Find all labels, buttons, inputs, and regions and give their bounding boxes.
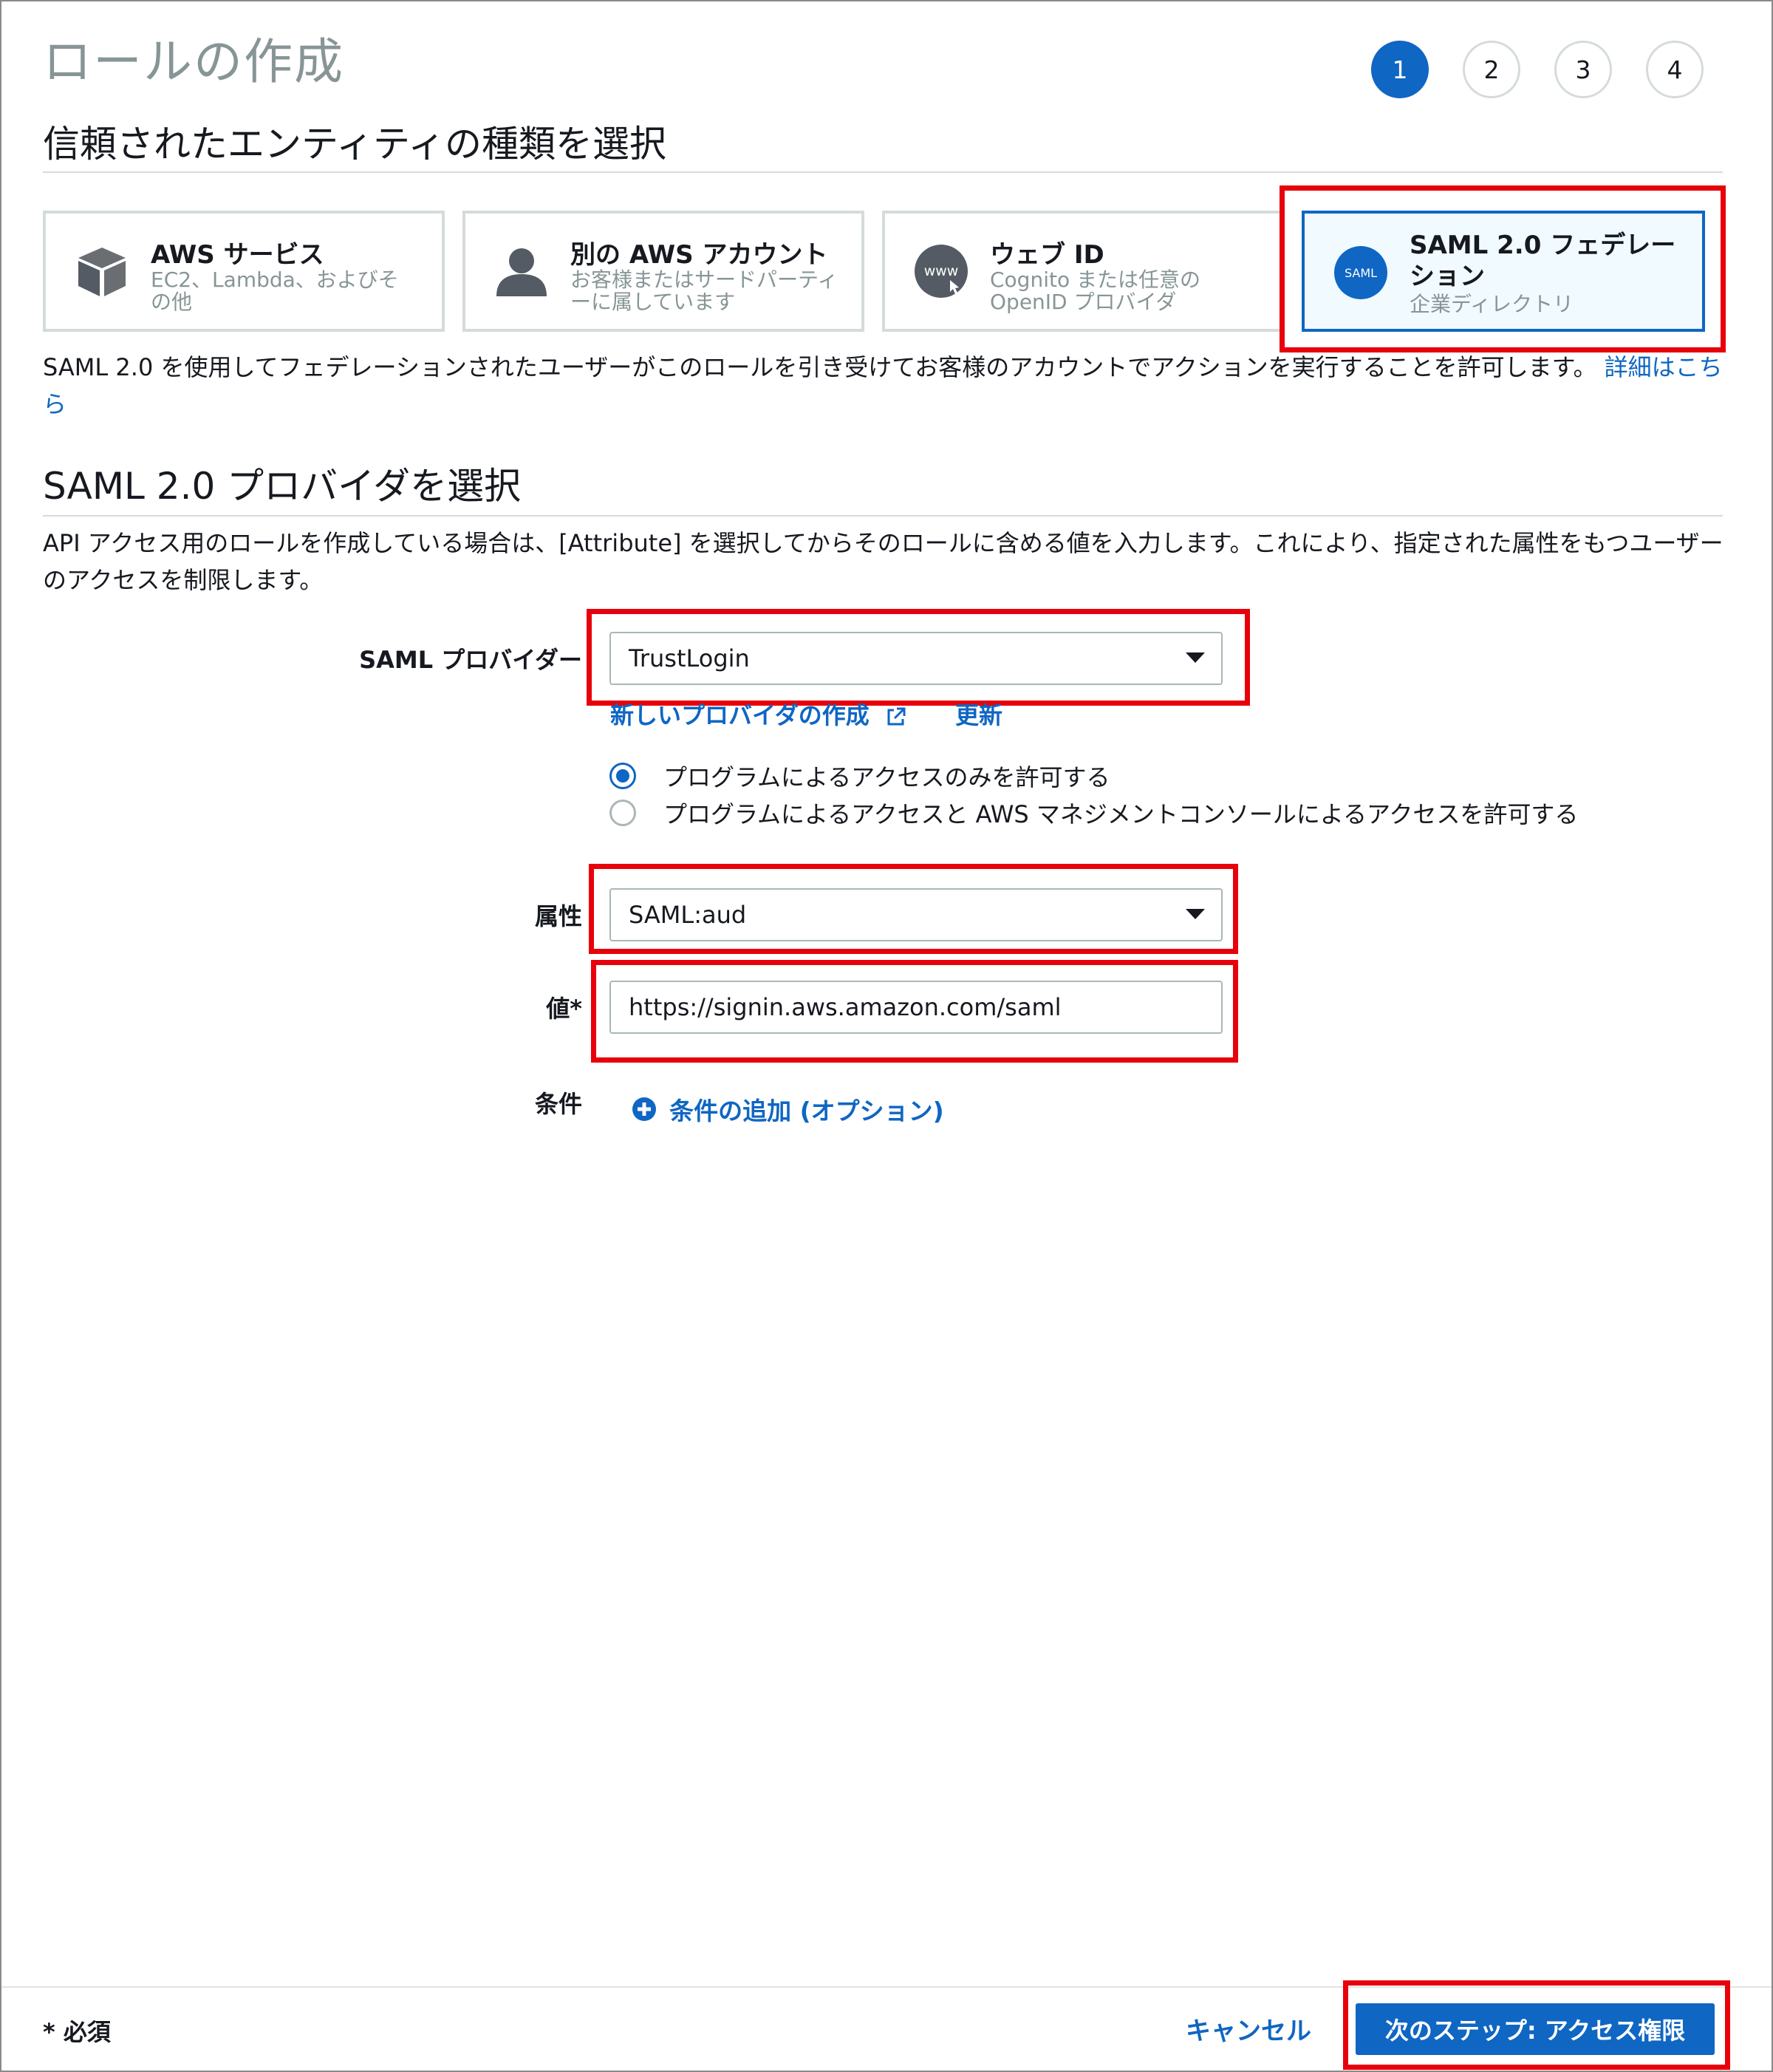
attribute-label: 属性 [534,902,582,930]
description-text: SAML 2.0 を使用してフェデレーションされたユーザーがこのロールを引き受け… [43,353,1597,381]
card-another-aws-account[interactable]: 別の AWS アカウント お客様またはサードパーティーに属しています [462,211,864,332]
card-title: 別の AWS アカウント [570,240,828,270]
attribute-value: SAML:aud [629,901,747,929]
saml-provider-label: SAML プロバイダー [359,646,582,674]
radio-programmatic-only[interactable] [609,763,636,789]
cube-icon [78,248,126,296]
cancel-button[interactable]: キャンセル [1186,2011,1311,2047]
trusted-entity-description: SAML 2.0 を使用してフェデレーションされたユーザーがこのロールを引き受け… [43,349,1735,423]
card-title: AWS サービス [151,240,324,270]
card-saml-federation[interactable]: SAML SAML 2.0 フェデレーション 企業ディレクトリ [1302,211,1705,332]
section-divider [43,515,1723,517]
footer-divider [1,1986,1772,1988]
card-subtitle: Cognito または任意の OpenID プロバイダ [990,267,1200,314]
provider-links: 新しいプロバイダの作成 更新 [610,697,1002,731]
www-globe-icon: www [915,245,968,298]
add-condition-link[interactable]: 条件の追加 (オプション) [632,1091,944,1127]
radio-programmatic-only-label: プログラムによるアクセスのみを許可する [663,763,1110,791]
card-subtitle: EC2、Lambda、およびその他 [151,267,399,314]
card-subtitle: 企業ディレクトリ [1410,292,1574,316]
plus-circle-icon [632,1097,656,1121]
caret-down-icon [1186,652,1205,663]
www-icon-text: www [924,263,959,279]
value-input-text: https://signin.aws.amazon.com/saml [629,993,1062,1021]
create-provider-link[interactable]: 新しいプロバイダの作成 [610,701,870,729]
step-2[interactable]: 2 [1463,41,1520,98]
user-icon [496,248,547,296]
step-4[interactable]: 4 [1646,41,1704,98]
card-aws-service[interactable]: AWS サービス EC2、Lambda、およびその他 [43,211,445,332]
caret-down-icon [1186,909,1205,919]
value-label: 値* [546,995,582,1023]
page-title: ロールの作成 [43,33,344,90]
section-divider [43,171,1723,173]
add-condition-label: 条件の追加 (オプション) [669,1097,944,1125]
card-web-identity[interactable]: www ウェブ ID Cognito または任意の OpenID プロバイダ [882,211,1284,332]
refresh-link[interactable]: 更新 [955,701,1002,729]
step-1[interactable]: 1 [1371,41,1429,98]
next-step-button[interactable]: 次のステップ: アクセス権限 [1356,2003,1715,2055]
value-input[interactable]: https://signin.aws.amazon.com/saml [609,981,1223,1034]
trusted-entity-heading: 信頼されたエンティティの種類を選択 [43,123,666,166]
radio-programmatic-and-console[interactable] [609,800,636,826]
saml-icon: SAML [1334,246,1387,299]
attribute-select[interactable]: SAML:aud [609,888,1223,941]
step-3[interactable]: 3 [1554,41,1612,98]
card-title: SAML 2.0 フェデレーション [1410,231,1676,291]
saml-icon-text: SAML [1345,266,1377,280]
saml-provider-description: API アクセス用のロールを作成している場合は、[Attribute] を選択し… [43,529,1724,594]
saml-provider-select[interactable]: TrustLogin [609,632,1223,685]
saml-provider-value: TrustLogin [629,644,750,672]
condition-label: 条件 [534,1090,582,1118]
required-note: * 必須 [43,2018,111,2046]
card-subtitle: お客様またはサードパーティーに属しています [570,267,838,314]
external-link-icon [887,707,906,726]
radio-programmatic-and-console-label: プログラムによるアクセスと AWS マネジメントコンソールによるアクセスを許可す… [663,800,1579,828]
saml-provider-heading: SAML 2.0 プロバイダを選択 [43,465,522,508]
card-title: ウェブ ID [990,240,1104,270]
